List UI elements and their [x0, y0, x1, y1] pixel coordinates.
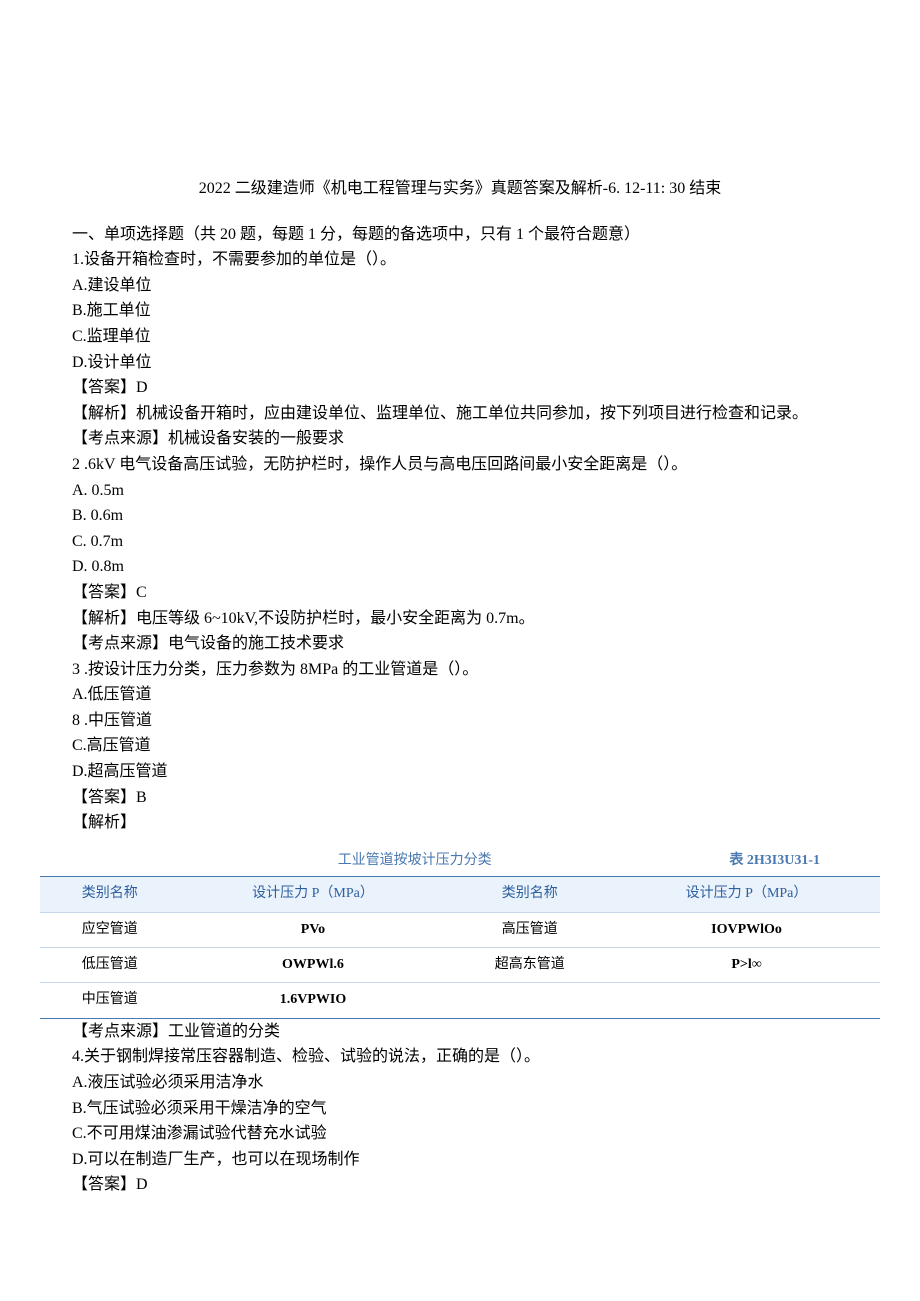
- q2-answer: 【答案】C: [40, 580, 880, 606]
- table-cell: 低压管道: [40, 948, 180, 983]
- section-header: 一、单项选择题（共 20 题，每题 1 分，每题的备选项中，只有 1 个最符合题…: [40, 222, 880, 248]
- q3-answer: 【答案】B: [40, 785, 880, 811]
- q2-source: 【考点来源】电气设备的施工技术要求: [40, 631, 880, 657]
- q2-option-b: B. 0.6m: [40, 503, 880, 529]
- table-cell: [613, 983, 880, 1018]
- table-cell: IOVPWlOo: [613, 912, 880, 947]
- table-row: 低压管道 OWPWl.6 超高东管道 P>l∞: [40, 948, 880, 983]
- table-cell: 应空管道: [40, 912, 180, 947]
- table-caption-row: 工业管道按坡计压力分类 表 2H3I3U31-1: [40, 850, 880, 876]
- q2-analysis: 【解析】电压等级 6~10kV,不设防护栏时，最小安全距离为 0.7m。: [40, 606, 880, 632]
- q4-option-b: B.气压试验必须采用干燥洁净的空气: [40, 1096, 880, 1122]
- q1-analysis: 【解析】机械设备开箱时，应由建设单位、监理单位、施工单位共同参加，按下列项目进行…: [40, 401, 880, 427]
- table-cell: PVo: [180, 912, 447, 947]
- table-caption: 工业管道按坡计压力分类: [100, 850, 729, 872]
- table-header-cell: 类别名称: [40, 877, 180, 912]
- table-cell: 高压管道: [446, 912, 613, 947]
- document-page: 2022 二级建造师《机电工程管理与实务》真题答案及解析-6. 12-11: 3…: [0, 0, 920, 1258]
- table-header-cell: 设计压力 P（MPa）: [613, 877, 880, 912]
- q3-option-d: D.超高压管道: [40, 759, 880, 785]
- q1-stem: 1.设备开箱检查时，不需要参加的单位是（）。: [40, 247, 880, 273]
- q2-option-d: D. 0.8m: [40, 554, 880, 580]
- q2-option-a: A. 0.5m: [40, 478, 880, 504]
- table-header-cell: 设计压力 P（MPa）: [180, 877, 447, 912]
- q1-source: 【考点来源】机械设备安装的一般要求: [40, 426, 880, 452]
- q1-option-b: B.施工单位: [40, 298, 880, 324]
- q3-option-a: A.低压管道: [40, 682, 880, 708]
- table-row: 应空管道 PVo 高压管道 IOVPWlOo: [40, 912, 880, 947]
- q3-option-b: 8 .中压管道: [40, 708, 880, 734]
- q2-option-c: C. 0.7m: [40, 529, 880, 555]
- table-cell: P>l∞: [613, 948, 880, 983]
- q4-option-d: D.可以在制造厂生产，也可以在现场制作: [40, 1147, 880, 1173]
- q4-stem: 4.关于钢制焊接常压容器制造、检验、试验的说法，正确的是（）。: [40, 1044, 880, 1070]
- q3-source: 【考点来源】工业管道的分类: [40, 1019, 880, 1045]
- q1-answer: 【答案】D: [40, 375, 880, 401]
- table-tag: 表 2H3I3U31-1: [729, 850, 820, 872]
- q3-option-c: C.高压管道: [40, 733, 880, 759]
- q4-option-a: A.液压试验必须采用洁净水: [40, 1070, 880, 1096]
- q3-stem: 3 .按设计压力分类，压力参数为 8MPa 的工业管道是（）。: [40, 657, 880, 683]
- q1-option-c: C.监理单位: [40, 324, 880, 350]
- table-header-row: 类别名称 设计压力 P（MPa） 类别名称 设计压力 P（MPa）: [40, 877, 880, 912]
- q2-stem: 2 .6kV 电气设备高压试验，无防护栏时，操作人员与高电压回路间最小安全距离是…: [40, 452, 880, 478]
- document-title: 2022 二级建造师《机电工程管理与实务》真题答案及解析-6. 12-11: 3…: [40, 176, 880, 202]
- table-cell: 中压管道: [40, 983, 180, 1018]
- q4-answer: 【答案】D: [40, 1172, 880, 1198]
- q1-option-a: A.建设单位: [40, 273, 880, 299]
- table-cell: OWPWl.6: [180, 948, 447, 983]
- table-cell: 超高东管道: [446, 948, 613, 983]
- table-cell: [446, 983, 613, 1018]
- table-header-cell: 类别名称: [446, 877, 613, 912]
- pipe-classification-table: 类别名称 设计压力 P（MPa） 类别名称 设计压力 P（MPa） 应空管道 P…: [40, 876, 880, 1019]
- q4-option-c: C.不可用煤油渗漏试验代替充水试验: [40, 1121, 880, 1147]
- table-row: 中压管道 1.6VPWIO: [40, 983, 880, 1018]
- table-cell: 1.6VPWIO: [180, 983, 447, 1018]
- q3-analysis: 【解析】: [40, 810, 880, 836]
- q1-option-d: D.设计单位: [40, 350, 880, 376]
